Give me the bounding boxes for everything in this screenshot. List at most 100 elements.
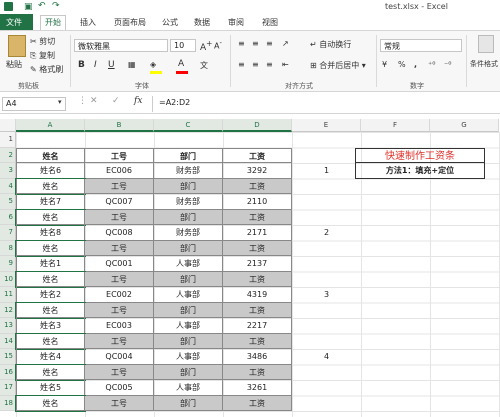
row-header-18[interactable]: 18 [0,395,16,411]
column-header-e[interactable]: E [292,119,361,132]
align-right-icon[interactable]: ≡ [266,60,273,69]
font-name-select[interactable]: 微软雅黑 [74,39,168,52]
repeat-header-cell[interactable]: 部门 [154,178,223,194]
underline-button[interactable]: U [108,60,115,70]
percent-button[interactable]: % [398,60,406,69]
table-cell[interactable]: 姓名3 [16,318,85,334]
phonetic-icon[interactable]: 文 [200,60,208,71]
repeat-header-cell[interactable]: 工号 [85,364,154,380]
column-e-number[interactable]: 3 [292,287,361,303]
row-header-4[interactable]: 4 [0,178,16,194]
table-cell[interactable]: 人事部 [154,318,223,334]
repeat-header-cell[interactable]: 姓名 [15,239,86,257]
row-header-6[interactable]: 6 [0,209,16,225]
row-header-17[interactable]: 17 [0,380,16,396]
row-header-7[interactable]: 7 [0,225,16,241]
bold-button[interactable]: B [78,60,85,70]
name-box-dropdown-icon[interactable]: ▾ [58,98,62,106]
table-cell[interactable]: QC007 [85,194,154,210]
cancel-icon[interactable]: ✕ [90,96,98,106]
row-header-2[interactable]: 2 [0,147,16,163]
column-header-f[interactable]: F [361,119,430,132]
table-cell[interactable]: 姓名2 [16,287,85,303]
repeat-header-cell[interactable]: 工号 [85,209,154,225]
repeat-header-cell[interactable]: 姓名 [15,208,86,226]
align-left-icon[interactable]: ≡ [238,60,245,69]
tab-view[interactable]: 视图 [258,16,282,29]
row-header-13[interactable]: 13 [0,318,16,334]
column-e-number[interactable]: 2 [292,225,361,241]
row-header-3[interactable]: 3 [0,163,16,179]
indent-icon[interactable]: ⇤ [282,60,289,69]
tab-review[interactable]: 审阅 [224,16,248,29]
shrink-font-icon[interactable]: A- [214,39,222,51]
repeat-header-cell[interactable]: 部门 [154,271,223,287]
table-cell[interactable]: 姓名4 [16,349,85,365]
column-header-c[interactable]: C [154,119,223,132]
repeat-header-cell[interactable]: 工号 [85,240,154,256]
column-header-d[interactable]: D [223,119,292,132]
align-center-icon[interactable]: ≡ [252,60,259,69]
select-all-corner[interactable] [0,119,16,132]
insert-function-icon[interactable]: fx [134,96,142,106]
name-box[interactable]: A4 [2,97,66,111]
table-cell[interactable]: QC001 [85,256,154,272]
table-header-cell[interactable]: 姓名 [16,147,85,163]
table-cell[interactable]: 姓名5 [16,380,85,396]
repeat-header-cell[interactable]: 工号 [85,178,154,194]
repeat-header-cell[interactable]: 部门 [154,364,223,380]
border-icon[interactable]: ▦ [128,60,136,69]
formula-input[interactable]: =A2:D2 [156,97,496,111]
table-header-cell[interactable]: 工号 [85,147,154,163]
row-header-11[interactable]: 11 [0,287,16,303]
conditional-format-button[interactable]: 条件格式 [470,59,498,69]
column-e-number[interactable]: 4 [292,349,361,365]
table-cell[interactable]: 2137 [223,256,292,272]
row-header-12[interactable]: 12 [0,302,16,318]
tab-file[interactable]: 文件 [0,14,33,30]
save-icon[interactable]: ▣ [24,2,33,12]
table-cell[interactable]: 3292 [223,163,292,179]
table-cell[interactable]: QC004 [85,349,154,365]
table-cell[interactable]: QC008 [85,225,154,241]
increase-decimal-icon[interactable]: ⁺⁰ [428,60,435,69]
table-cell[interactable]: QC005 [85,380,154,396]
repeat-header-cell[interactable]: 工号 [85,395,154,411]
format-painter-button[interactable]: ✎ 格式刷 [30,64,63,75]
repeat-header-cell[interactable]: 工资 [223,209,292,225]
currency-icon[interactable]: ¥ [382,60,387,69]
table-header-cell[interactable]: 工资 [223,147,292,163]
repeat-header-cell[interactable]: 部门 [154,240,223,256]
table-cell[interactable]: 姓名6 [16,163,85,179]
tab-formulas[interactable]: 公式 [158,16,182,29]
repeat-header-cell[interactable]: 工资 [223,178,292,194]
repeat-header-cell[interactable]: 部门 [154,209,223,225]
repeat-header-cell[interactable]: 部门 [154,395,223,411]
repeat-header-cell[interactable]: 姓名 [15,394,86,412]
table-cell[interactable]: EC002 [85,287,154,303]
table-cell[interactable]: 3486 [223,349,292,365]
column-e-number[interactable]: 1 [292,163,361,179]
row-header-16[interactable]: 16 [0,364,16,380]
merge-center-button[interactable]: ⊞ 合并后居中 ▾ [310,60,366,71]
tab-page-layout[interactable]: 页面布局 [110,16,150,29]
table-cell[interactable]: 人事部 [154,256,223,272]
fill-color-icon[interactable]: ◈ [150,60,156,69]
table-cell[interactable]: 姓名8 [16,225,85,241]
tab-data[interactable]: 数据 [190,16,214,29]
font-size-select[interactable]: 10 [170,39,196,52]
repeat-header-cell[interactable]: 工号 [85,333,154,349]
row-header-1[interactable]: 1 [0,132,16,148]
repeat-header-cell[interactable]: 部门 [154,302,223,318]
paste-button[interactable]: 粘贴 [6,59,22,70]
comma-button[interactable]: , [414,60,417,69]
table-cell[interactable]: 人事部 [154,287,223,303]
row-header-8[interactable]: 8 [0,240,16,256]
column-header-g[interactable]: G [430,119,499,132]
decrease-decimal-icon[interactable]: ⁻⁰ [444,60,451,69]
repeat-header-cell[interactable]: 工资 [223,271,292,287]
wrap-text-button[interactable]: ↵ 自动换行 [310,39,351,50]
align-middle-icon[interactable]: ≡ [252,39,259,48]
redo-icon[interactable]: ↷ [52,1,60,11]
repeat-header-cell[interactable]: 姓名 [15,301,86,319]
